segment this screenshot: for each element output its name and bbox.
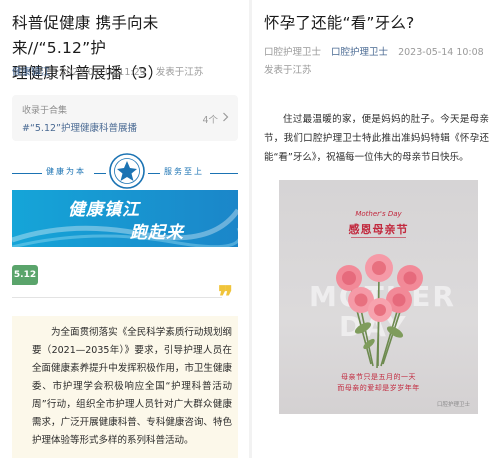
collection-tag-link[interactable]: #“5.12”护理健康科普展播 (22, 120, 137, 134)
poster-english-title: Mother's Day (355, 210, 402, 218)
article-paragraph: 为全面贯彻落实《全民科学素质行动规划纲要（2021—2035年）》要求，引导护理… (32, 327, 232, 446)
date-badge: 5.12 (12, 265, 38, 285)
slogan-right: 服务至上 (164, 167, 204, 176)
running-banner: 健康镇江 跑起来 (12, 190, 238, 247)
right-author-link[interactable]: 口腔护理卫士 (331, 47, 388, 58)
poster-line-1: 母亲节只是五月的一天 (341, 373, 416, 381)
badge-rule (12, 297, 222, 298)
chevron-right-icon (223, 112, 229, 122)
right-author: 口腔护理卫士 (264, 47, 322, 58)
right-article-body: 住过最温暖的家，便是妈妈的肚子。今天是母亲节，我们口腔护理卫士特此推出准妈妈特辑… (264, 114, 489, 163)
left-location: 发表于江苏 (155, 67, 204, 78)
collection-card[interactable]: 收录于合集 #“5.12”护理健康科普展播 4个 (12, 95, 238, 141)
poster-logo: 口腔护理卫士 (436, 402, 470, 408)
left-author-link[interactable]: 健康镇江 (12, 67, 50, 78)
quote-mark-icon: ❞ (218, 280, 234, 313)
left-article-meta: 健康镇江 2023-05-10 11:29 发表于江苏 (12, 64, 210, 78)
slogan-rule-right-inner (148, 173, 160, 174)
slogan-rule-left-inner (94, 173, 106, 174)
hospital-emblem-icon (109, 153, 145, 189)
left-article-card[interactable]: 科普促健康 携手向未来//“5.12”护 理健康科普展播（3） 健康镇江 202… (0, 0, 248, 458)
collection-label: 收录于合集 (22, 106, 68, 116)
collection-count: 4个 (202, 115, 218, 126)
slogan-left: 健康为本 (46, 167, 86, 176)
poster-title: 感恩母亲节 (348, 223, 409, 236)
article-text-box: 为全面贯彻落实《全民科学素质行动规划纲要（2021—2035年）》要求，引导护理… (12, 316, 238, 458)
left-date: 2023-05-10 11:29 (60, 67, 146, 78)
banner-line-2: 跑起来 (130, 223, 184, 243)
poster-title-rule (351, 237, 406, 238)
right-article-title[interactable]: 怀孕了还能“看”牙么? (264, 11, 494, 36)
banner-line-1: 健康镇江 (68, 200, 140, 220)
rose-bouquet-icon (336, 254, 423, 369)
slogan-rule-left-outer (12, 173, 42, 174)
mothers-day-poster: MOTHER DAY Mother's Day 感恩母亲节 母亲节只是五月的一天… (279, 180, 478, 414)
right-article-card[interactable]: 怀孕了还能“看”牙么? 口腔护理卫士 口腔护理卫士 2023-05-14 10:… (252, 0, 500, 458)
slogan-rule-right-outer (210, 173, 238, 174)
right-article-meta-2: 发表于江苏 (264, 62, 319, 76)
right-location: 发表于江苏 (264, 65, 312, 76)
poster-line-2: 而母亲的爱却是岁岁年年 (337, 384, 420, 392)
right-date: 2023-05-14 10:08 (398, 47, 484, 58)
left-title-line-1: 科普促健康 携手向未来//“5.12”护 (12, 14, 159, 57)
right-article-meta-1: 口腔护理卫士 口腔护理卫士 2023-05-14 10:08 (264, 44, 491, 58)
